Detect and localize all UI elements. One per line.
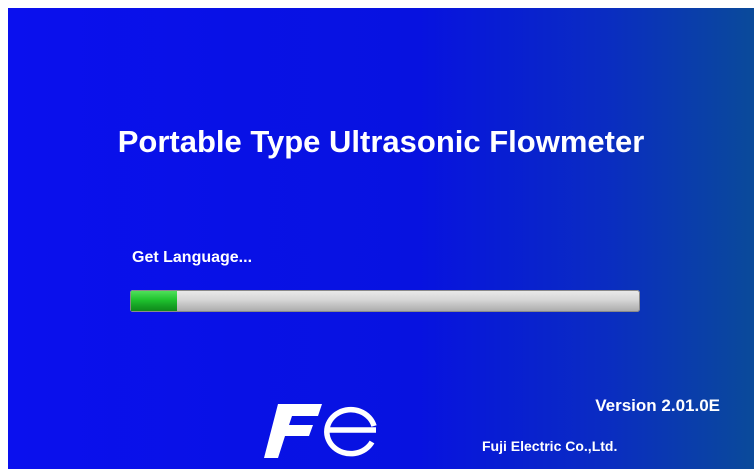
company-name: Fuji Electric Co.,Ltd. [482,438,618,454]
fuji-electric-logo-icon [264,400,382,462]
version-label: Version 2.01.0E [595,396,720,415]
progress-bar [130,290,640,312]
status-text: Get Language... [132,249,253,266]
splash-screen: Portable Type Ultrasonic Flowmeter Get L… [8,8,754,469]
logo-graphic [264,404,377,458]
app-title: Portable Type Ultrasonic Flowmeter [117,124,645,159]
progress-bar-fill [131,291,177,311]
